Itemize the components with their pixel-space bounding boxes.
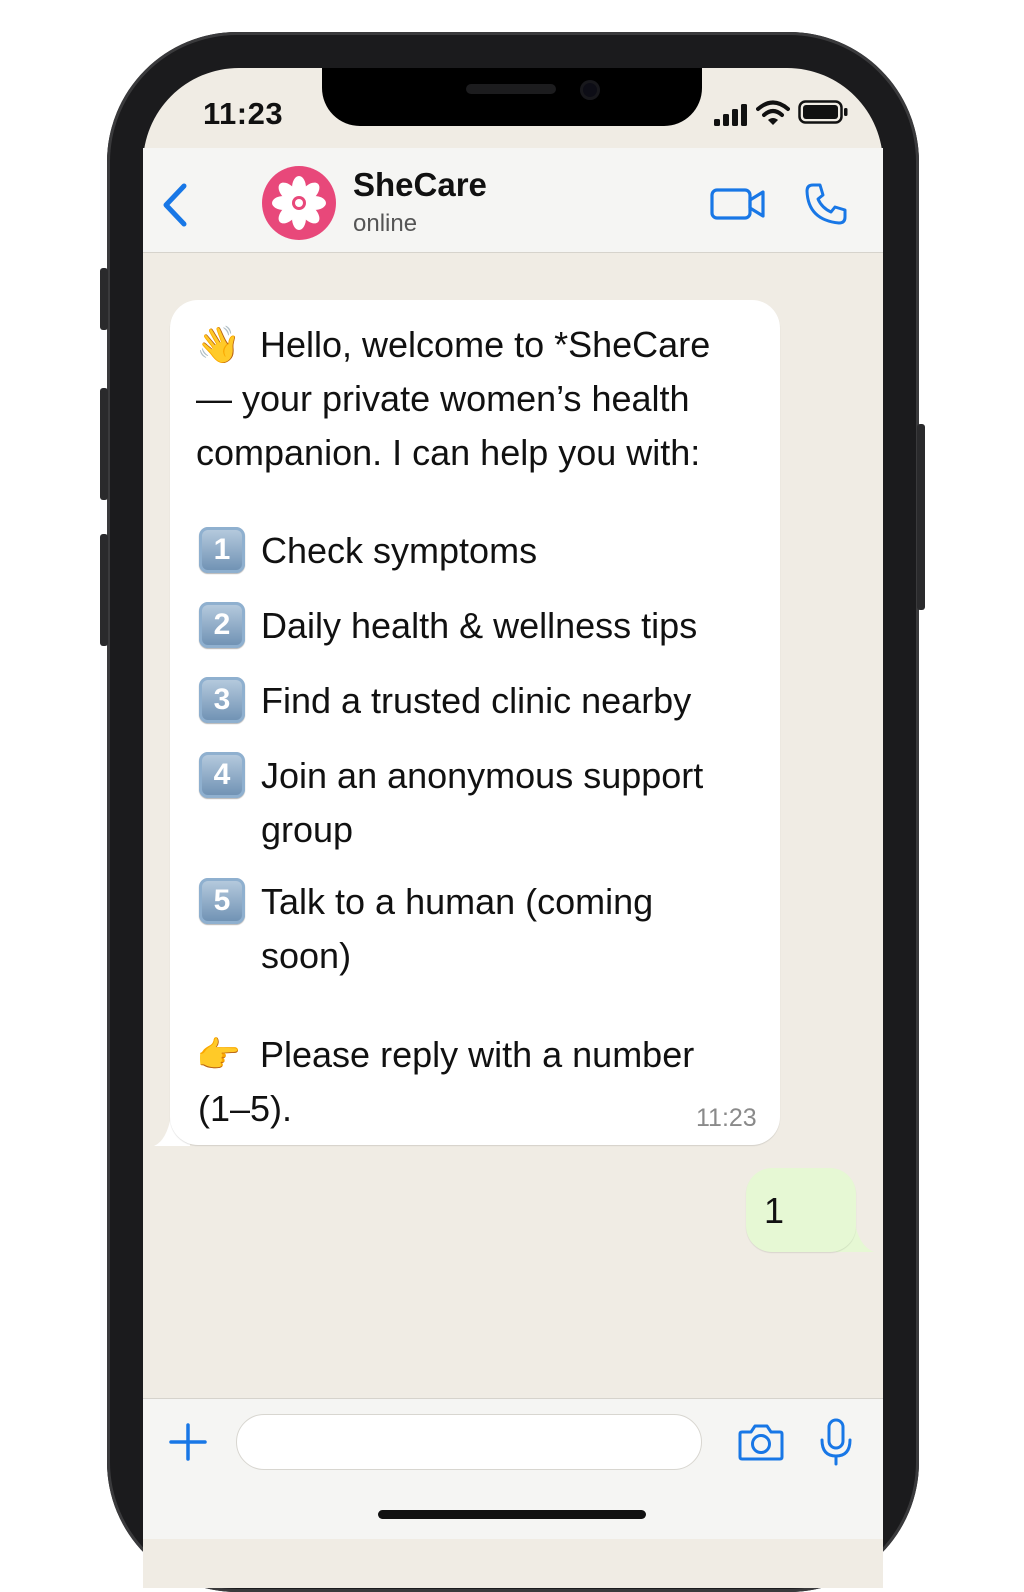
message-input[interactable] [236,1414,702,1470]
keycap-3-icon: 3 [199,677,245,723]
contact-name[interactable]: SheCare [353,166,487,204]
wifi-icon [756,100,790,125]
phone-icon[interactable] [804,182,848,226]
front-camera [580,80,600,100]
power-button [917,424,925,610]
outgoing-message-bubble [746,1168,856,1252]
chat-header [143,148,883,253]
intro-line-3: companion. I can help you with: [196,432,701,473]
option-3-label: Find a trusted clinic nearby [261,680,692,721]
wave-emoji: 👋 [196,324,241,365]
chevron-left-icon[interactable] [160,182,190,228]
intro-line-1: Hello, welcome to *SheCare [260,324,711,365]
notch [322,68,702,126]
mute-switch [100,268,108,330]
contact-status: online [353,210,418,237]
pointing-emoji: 👉 [196,1034,241,1075]
home-indicator[interactable] [378,1510,646,1519]
intro-line-2: — your private women’s health [196,378,690,419]
option-2-label: Daily health & wellness tips [261,605,698,646]
option-1-label: Check symptoms [261,530,538,571]
avatar[interactable] [262,166,336,240]
keycap-1-icon: 1 [199,527,245,573]
option-4-label-line-1: Join an anonymous support [261,755,704,796]
keycap-2-icon: 2 [199,602,245,648]
flower-icon [272,176,326,230]
option-4-label-line-2: group [261,809,354,850]
camera-icon[interactable] [738,1422,784,1462]
keycap-4-icon: 4 [199,752,245,798]
plus-icon[interactable] [168,1422,208,1462]
option-5-label-line-2: soon) [261,935,352,976]
cellular-signal-icon [714,104,747,126]
outgoing-message-text: 1 [764,1190,785,1231]
status-time: 11:23 [203,96,284,131]
message-timestamp: 11:23 [696,1104,757,1132]
volume-down-button [100,534,108,646]
video-camera-icon[interactable] [710,186,766,222]
footer-line-2: (1–5). [198,1088,293,1129]
option-5-label-line-1: Talk to a human (coming [261,881,654,922]
battery-icon [798,100,848,124]
keycap-5-icon: 5 [199,878,245,924]
volume-up-button [100,388,108,500]
footer-line-1: Please reply with a number [260,1034,695,1075]
microphone-icon[interactable] [818,1418,854,1466]
earpiece-speaker [466,84,556,94]
